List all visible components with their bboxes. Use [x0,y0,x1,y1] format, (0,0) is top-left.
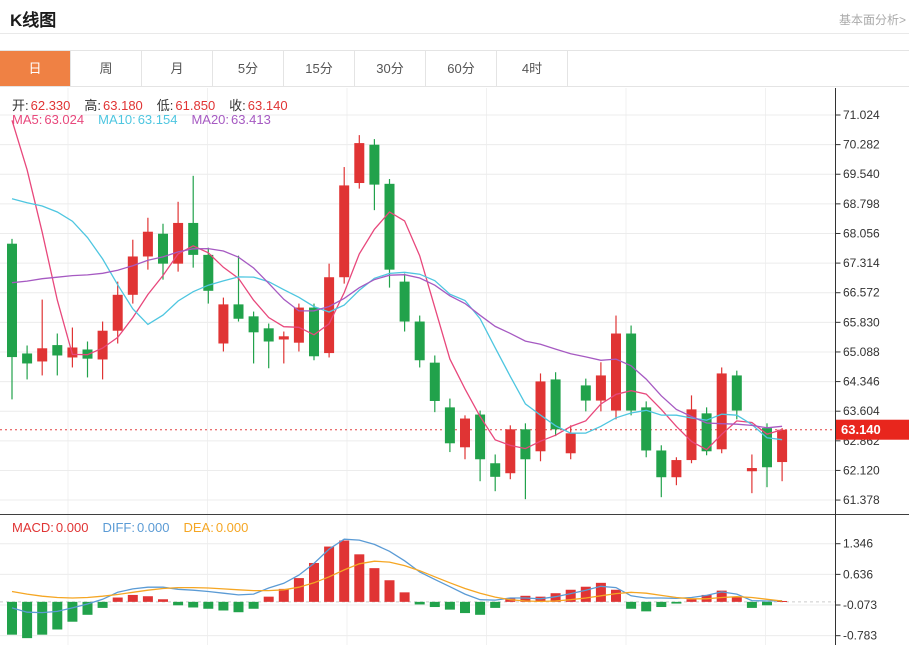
svg-text:66.572: 66.572 [843,286,880,300]
tab-60分[interactable]: 60分 [426,51,497,86]
fundamental-analysis-link[interactable]: 基本面分析> [839,11,906,28]
grid [0,88,835,645]
svg-text:-0.783: -0.783 [843,629,877,643]
candles-group [7,135,787,499]
svg-text:67.314: 67.314 [843,256,880,270]
header-divider [0,33,909,34]
svg-text:70.282: 70.282 [843,138,880,152]
high-readout: 高:63.180 [84,98,142,113]
tab-日[interactable]: 日 [0,51,71,86]
macd-readout: MACD:0.000 DIFF:0.000 DEA:0.000 [12,520,262,535]
close-readout: 收:63.140 [229,98,287,113]
tab-5分[interactable]: 5分 [213,51,284,86]
svg-text:0.636: 0.636 [843,567,873,581]
tab-bar: 日周月5分15分30分60分4时 [0,50,909,87]
ma20-line [12,249,782,428]
ma5-readout: MA5:63.024 [12,112,84,127]
svg-text:68.056: 68.056 [843,226,880,240]
tab-15分[interactable]: 15分 [284,51,355,86]
kline-chart[interactable]: 71.024 70.282 69.540 68.798 68.056 67.314 66.5… [0,88,909,645]
ma10-readout: MA10:63.154 [98,112,177,127]
svg-text:68.798: 68.798 [843,197,880,211]
svg-text:65.088: 65.088 [843,345,880,359]
svg-text:61.378: 61.378 [843,493,880,507]
page-title: K线图 [10,6,56,31]
open-readout: 开:62.330 [12,98,70,113]
dea-line [12,561,782,601]
diff-readout: DIFF:0.000 [102,520,169,535]
svg-text:63.140: 63.140 [841,422,881,437]
tab-30分[interactable]: 30分 [355,51,426,86]
y-axis: 71.024 70.282 69.540 68.798 68.056 67.314 66.5… [836,108,881,643]
tab-4时[interactable]: 4时 [497,51,568,86]
dea-readout: DEA:0.000 [183,520,248,535]
low-readout: 低:61.850 [157,98,215,113]
price-marker: 63.140 [836,420,909,440]
macd-readout: MACD:0.000 [12,520,88,535]
svg-text:64.346: 64.346 [843,375,880,389]
svg-text:65.830: 65.830 [843,315,880,329]
macd-histogram [7,541,787,639]
svg-text:71.024: 71.024 [843,108,880,122]
svg-text:1.346: 1.346 [843,537,873,551]
svg-text:-0.073: -0.073 [843,598,877,612]
ma20-readout: MA20:63.413 [191,112,270,127]
tab-月[interactable]: 月 [142,51,213,86]
ma10-line [12,199,782,440]
svg-text:69.540: 69.540 [843,167,880,181]
tab-周[interactable]: 周 [71,51,142,86]
ma-readout: MA5:63.024 MA10:63.154 MA20:63.413 [12,112,285,127]
kline-widget: K线图 基本面分析> 日周月5分15分30分60分4时 开:62.330 高:63… [0,0,909,645]
svg-text:62.120: 62.120 [843,463,880,477]
svg-text:63.604: 63.604 [843,404,880,418]
